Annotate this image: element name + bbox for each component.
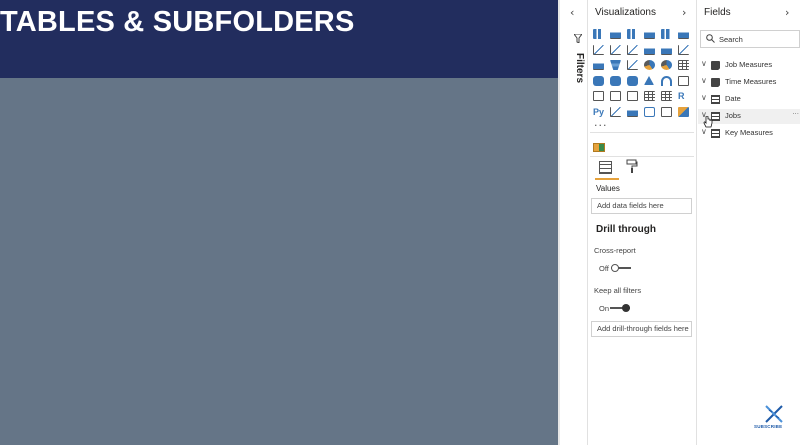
visual-type-grid: R Py — [593, 29, 693, 122]
line-chart-icon[interactable] — [593, 44, 604, 55]
values-well-dropzone[interactable]: Add data fields here — [591, 198, 692, 214]
table-icon — [711, 129, 720, 138]
field-table-label: Time Measures — [725, 77, 777, 86]
kpi-icon[interactable] — [610, 91, 621, 101]
stacked-area-chart-icon[interactable] — [627, 44, 638, 55]
field-table-key-measures[interactable]: ∨ Key Measures — [698, 126, 800, 141]
chevron-right-icon[interactable]: › — [682, 6, 686, 19]
table-icon — [711, 95, 720, 104]
drill-through-title: Drill through — [596, 224, 656, 235]
donut-chart-icon[interactable] — [661, 60, 672, 70]
filled-map-icon[interactable] — [610, 75, 621, 86]
chevron-down-icon[interactable]: ∨ — [701, 59, 707, 68]
multi-row-card-icon[interactable] — [593, 91, 604, 101]
gauge-icon[interactable] — [661, 75, 672, 86]
card-icon[interactable] — [678, 75, 689, 86]
matrix-visual-icon[interactable] — [661, 91, 672, 101]
field-table-label: Job Measures — [725, 60, 773, 69]
scatter-chart-icon[interactable] — [627, 60, 638, 70]
waterfall-chart-icon[interactable] — [593, 60, 604, 70]
slicer-icon[interactable] — [627, 91, 638, 101]
field-table-label: Date — [725, 94, 741, 103]
fields-tab-icon[interactable] — [599, 161, 612, 174]
filter-icon — [574, 34, 582, 43]
keep-all-filters-state-text: On — [599, 304, 610, 313]
map-icon[interactable] — [593, 75, 604, 86]
divider — [590, 132, 694, 133]
table-visual-icon[interactable] — [644, 91, 655, 101]
pie-chart-icon[interactable] — [644, 60, 655, 70]
hand-cursor-icon — [703, 116, 713, 128]
keep-all-filters-toggle[interactable] — [610, 304, 630, 312]
qa-visual-icon[interactable] — [644, 106, 655, 117]
toggle-knob — [611, 264, 619, 272]
cross-report-state-text: Off — [599, 264, 609, 273]
search-icon — [706, 34, 715, 43]
powerbi-window: TABLES & SUBFOLDERS ‹ Filters Visualizat… — [0, 0, 800, 445]
filters-label[interactable]: Filters — [574, 53, 585, 83]
line-and-column-chart-icon[interactable] — [644, 44, 655, 55]
fields-tab-active-indicator — [595, 178, 619, 180]
python-visual-icon[interactable]: Py — [593, 107, 604, 117]
r-script-visual-icon[interactable]: R — [678, 91, 689, 101]
chevron-right-icon[interactable]: › — [785, 6, 789, 19]
field-table-jobs[interactable]: ∨ Jobs ··· — [698, 109, 800, 124]
funnel-chart-icon[interactable] — [610, 60, 621, 70]
arcgis-map-icon[interactable] — [644, 75, 654, 85]
banner-title: TABLES & SUBFOLDERS — [0, 6, 355, 38]
field-table-time-measures[interactable]: ∨ Time Measures — [698, 75, 800, 90]
chevron-down-icon[interactable]: ∨ — [701, 76, 707, 85]
clustered-bar-chart-icon[interactable] — [627, 29, 638, 39]
ribbon-chart-icon[interactable] — [678, 44, 689, 55]
field-table-label: Key Measures — [725, 128, 773, 137]
drill-through-dropzone[interactable]: Add drill-through fields here — [591, 321, 692, 337]
clustered-column-chart-icon[interactable] — [644, 29, 655, 39]
more-visuals-button[interactable]: ··· — [594, 119, 608, 132]
100-percent-column-chart-icon[interactable] — [678, 29, 689, 39]
field-table-date[interactable]: ∨ Date — [698, 92, 800, 107]
stacked-bar-chart-icon[interactable] — [593, 29, 604, 39]
search-input[interactable] — [719, 32, 797, 46]
area-chart-icon[interactable] — [610, 44, 621, 55]
divider — [590, 156, 694, 157]
visualizations-title: Visualizations — [595, 7, 656, 18]
cross-report-label: Cross-report — [594, 246, 636, 255]
key-influencers-icon[interactable] — [610, 106, 621, 117]
paint-roller-icon[interactable] — [626, 159, 638, 174]
line-and-clustered-column-chart-icon[interactable] — [661, 44, 672, 55]
decomposition-tree-icon[interactable] — [627, 106, 638, 117]
100-percent-bar-chart-icon[interactable] — [661, 29, 672, 39]
cross-report-toggle[interactable] — [611, 264, 631, 272]
field-table-label: Jobs — [725, 111, 741, 120]
calculator-icon — [711, 61, 720, 70]
shape-map-icon[interactable] — [627, 75, 638, 86]
chevron-down-icon[interactable]: ∨ — [701, 93, 707, 102]
chevron-left-icon[interactable]: ‹ — [570, 6, 574, 19]
smart-narrative-icon[interactable] — [661, 106, 672, 117]
custom-visual-icon[interactable] — [678, 106, 689, 117]
subscribe-watermark-label[interactable]: SUBSCRIBE — [754, 424, 782, 429]
calculator-icon — [711, 78, 720, 87]
more-options-button[interactable]: ··· — [792, 110, 799, 118]
report-banner[interactable]: TABLES & SUBFOLDERS — [0, 0, 560, 78]
field-table-job-measures[interactable]: ∨ Job Measures — [698, 58, 800, 73]
treemap-icon[interactable] — [678, 60, 689, 70]
values-well-label: Values — [596, 184, 620, 193]
toggle-knob — [622, 304, 630, 312]
imported-visual-icon[interactable] — [593, 143, 605, 152]
stacked-column-chart-icon[interactable] — [610, 29, 621, 39]
keep-all-filters-label: Keep all filters — [594, 286, 642, 295]
fields-title: Fields — [704, 7, 731, 18]
